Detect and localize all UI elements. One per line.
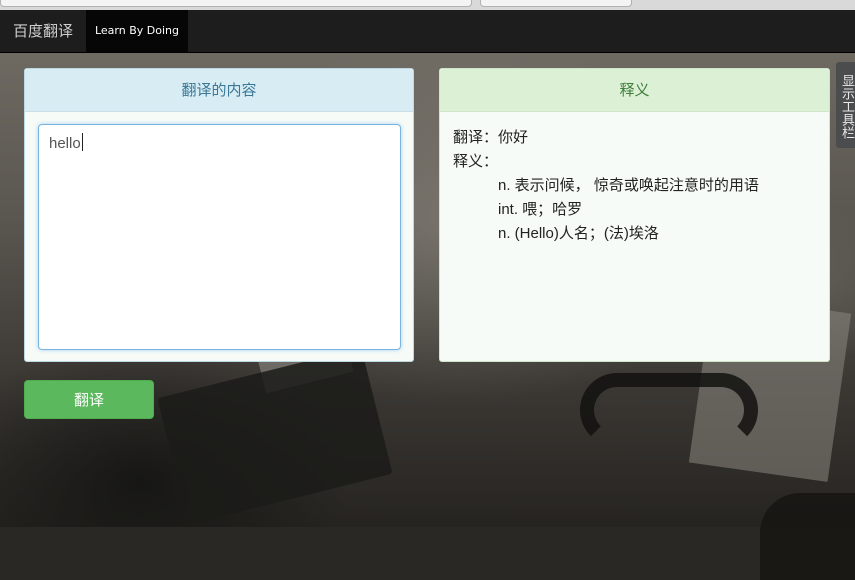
search-bar[interactable] — [480, 0, 632, 7]
brand-link[interactable]: 百度翻译 — [0, 10, 86, 52]
source-text-input[interactable]: hello — [38, 124, 401, 350]
definition-item: int. 喂；哈罗 — [498, 201, 583, 218]
definition-item: n. 表示问候， 惊奇或唤起注意时的用语 — [498, 177, 759, 194]
top-navbar: 百度翻译 Learn By Doing — [0, 10, 855, 53]
result-content: 翻译：你好 释义： n. 表示问候， 惊奇或唤起注意时的用语 int. 喂；哈罗… — [453, 126, 759, 246]
input-panel-title: 翻译的内容 — [25, 69, 413, 112]
definition-label: 释义： — [453, 153, 499, 170]
result-panel: 释义 翻译：你好 释义： n. 表示问候， 惊奇或唤起注意时的用语 int. 喂… — [439, 68, 830, 362]
result-panel-title: 释义 — [440, 69, 829, 112]
translate-button[interactable]: 翻译 — [24, 380, 154, 419]
definition-item: n. (Hello)人名；(法)埃洛 — [498, 225, 659, 242]
show-toolbar-tab[interactable]: 显示工具栏 — [836, 62, 855, 148]
text-caret — [81, 133, 83, 151]
background-notebook — [157, 347, 393, 525]
translation-line: 翻译：你好 — [453, 129, 529, 146]
source-text-value: hello — [49, 135, 81, 152]
background-strap — [580, 373, 758, 447]
input-panel: 翻译的内容 hello — [24, 68, 414, 362]
nav-item-learn-by-doing[interactable]: Learn By Doing — [86, 10, 188, 52]
background-object — [760, 493, 855, 580]
address-bar[interactable] — [0, 0, 472, 7]
